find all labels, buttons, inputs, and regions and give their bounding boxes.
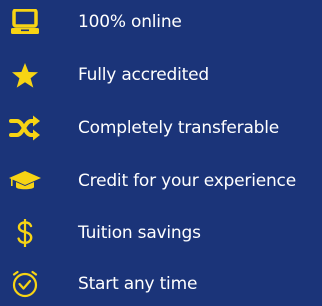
feature-item-start-time: Start any time bbox=[0, 264, 322, 304]
feature-item-transferable: Completely transferable bbox=[0, 108, 322, 148]
feature-item-experience: Credit for your experience bbox=[0, 161, 322, 201]
feature-label-online: 100% online bbox=[78, 12, 182, 32]
feature-label-start-time: Start any time bbox=[78, 274, 198, 294]
dollar-sign-icon bbox=[8, 216, 42, 250]
features-panel: 100% online Fully accredited Completely … bbox=[0, 0, 322, 306]
graduation-cap-icon bbox=[8, 164, 42, 198]
feature-item-savings: Tuition savings bbox=[0, 213, 322, 253]
feature-item-accredited: Fully accredited bbox=[0, 55, 322, 95]
laptop-icon bbox=[8, 5, 42, 39]
feature-label-transferable: Completely transferable bbox=[78, 118, 280, 138]
feature-label-experience: Credit for your experience bbox=[78, 171, 296, 191]
feature-label-savings: Tuition savings bbox=[78, 223, 201, 243]
shuffle-icon bbox=[8, 111, 42, 145]
feature-label-accredited: Fully accredited bbox=[78, 65, 209, 85]
clock-icon bbox=[8, 267, 42, 301]
star-icon bbox=[8, 58, 42, 92]
feature-item-online: 100% online bbox=[0, 2, 322, 42]
